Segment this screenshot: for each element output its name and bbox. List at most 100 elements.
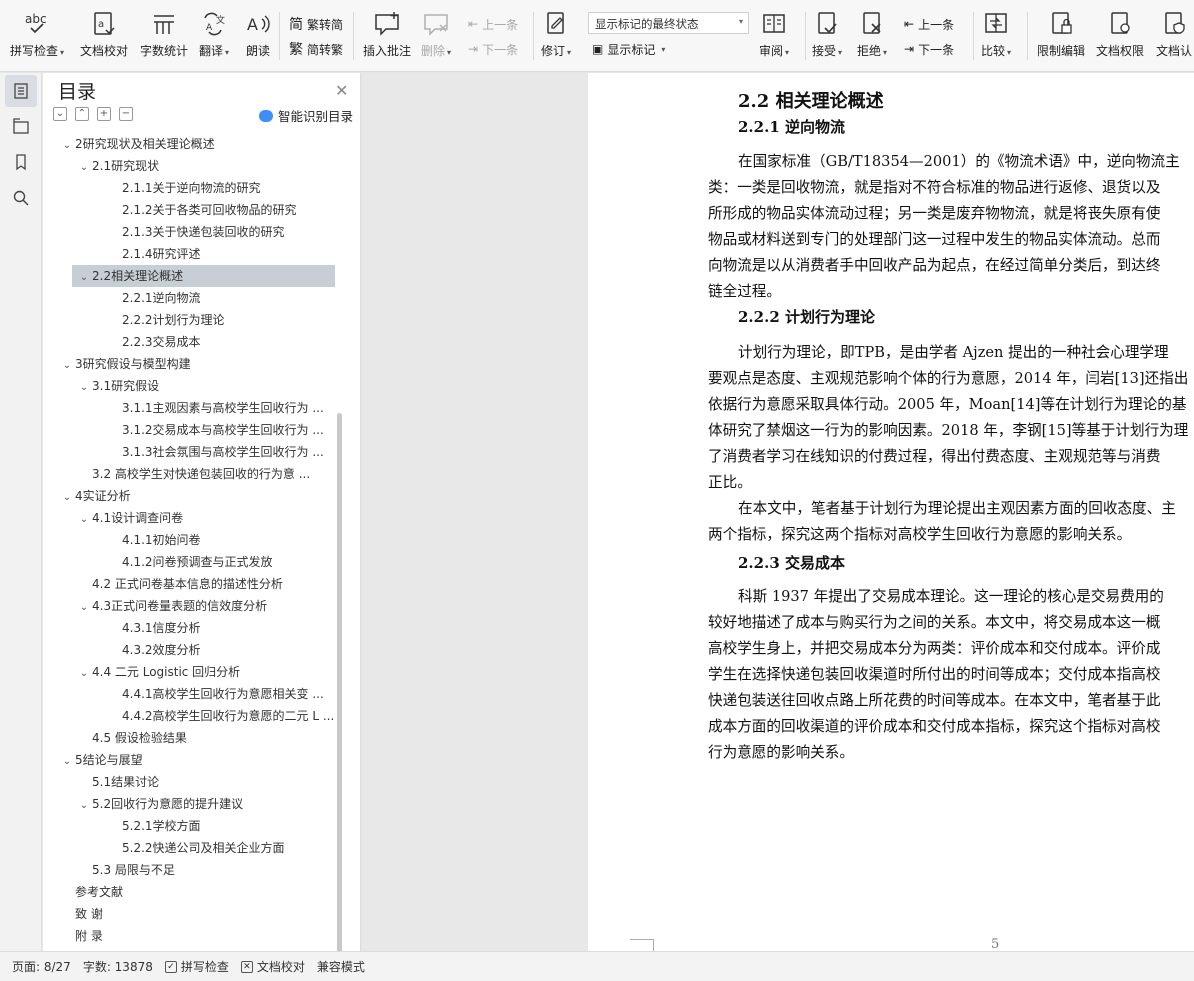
compare-button[interactable]: 比较 ▾ xyxy=(981,10,1011,66)
paragraph-line: 快递包装送往回收点路上所花费的时间等成本。在本文中，笔者基于此 xyxy=(708,692,1161,709)
accept-button[interactable]: 接受 ▾ xyxy=(812,10,842,66)
prev-comment-button[interactable]: ⇤ 上一条 xyxy=(468,13,518,35)
toc-item[interactable]: 2.2.3交易成本 xyxy=(122,331,335,353)
chevron-down-icon[interactable]: ⌄ xyxy=(76,795,92,815)
toc-item[interactable]: ⌄ 2.2相关理论概述 xyxy=(72,265,335,287)
next-change-button[interactable]: ⇥ 下一条 xyxy=(904,38,954,60)
status-spell-check[interactable]: ✓ 拼写检查 xyxy=(164,958,229,975)
chevron-down-icon[interactable]: ⌄ xyxy=(76,267,92,287)
toc-item[interactable]: 2.1.4研究评述 xyxy=(122,243,335,265)
delete-comment-button[interactable]: 删除 ▾ xyxy=(421,10,451,66)
chevron-down-icon[interactable]: ⌄ xyxy=(76,377,92,397)
toc-item[interactable]: 4.2 正式问卷基本信息的描述性分析 xyxy=(92,573,335,595)
toc-item[interactable]: 致 谢 xyxy=(75,903,335,925)
toc-item[interactable]: 4.5 假设检验结果 xyxy=(92,727,335,749)
simp-trad-icon: 繁 xyxy=(289,42,303,58)
toc-item[interactable]: ⌄ 3.1研究假设 xyxy=(76,375,335,397)
bookmark-panel-button[interactable] xyxy=(5,146,37,178)
track-changes-button[interactable]: 修订 ▾ xyxy=(541,10,571,66)
toc-item[interactable]: ⌄ 3研究假设与模型构建 xyxy=(59,353,335,375)
close-icon[interactable]: ✕ xyxy=(335,81,348,100)
chevron-down-icon[interactable]: ⌄ xyxy=(76,663,92,683)
toc-item[interactable]: 3.1.1主观因素与高校学生回收行为 ... xyxy=(122,397,335,419)
chevron-down-icon[interactable]: ⌄ xyxy=(59,355,75,375)
toc-item[interactable]: 3.1.3社会氛围与高校学生回收行为 ... xyxy=(122,441,335,463)
insert-comment-button[interactable]: 插入批注 xyxy=(363,10,411,66)
toc-item[interactable]: ⌄ 4实证分析 xyxy=(59,485,335,507)
paragraph-line: 计划行为理论，即TPB，是由学者 Ajzen 提出的一种社会心理学理 xyxy=(738,344,1169,361)
toc-item[interactable]: ⌄ 5结论与展望 xyxy=(59,749,335,771)
translate-button[interactable]: A文 翻译 ▾ xyxy=(199,10,229,66)
doc-cert-button[interactable]: 文档认 xyxy=(1156,10,1192,66)
prev-change-button[interactable]: ⇤ 上一条 xyxy=(904,13,954,35)
toc-item[interactable]: 3.1.2交易成本与高校学生回收行为 ... xyxy=(122,419,335,441)
toc-item[interactable]: 2.1.3关于快递包装回收的研究 xyxy=(122,221,335,243)
toc-item[interactable]: 2.1.2关于各类可回收物品的研究 xyxy=(122,199,335,221)
chevron-down-icon[interactable]: ⌄ xyxy=(76,157,92,177)
document-page[interactable]: 2.2 相关理论概述 2.2.1 逆向物流 在国家标准（GB/T18354—2001… xyxy=(588,73,1194,951)
toc-item[interactable]: 4.3.1信度分析 xyxy=(122,617,335,639)
chevron-down-icon[interactable]: ⌄ xyxy=(76,597,92,617)
ai-icon xyxy=(259,109,273,122)
toc-item[interactable]: 5.3 局限与不足 xyxy=(92,859,335,881)
restrict-edit-button[interactable]: 限制编辑 xyxy=(1037,10,1085,66)
toc-item[interactable]: 4.1.2问卷预调查与正式发放 xyxy=(122,551,335,573)
toc-panel-button[interactable] xyxy=(5,75,37,107)
paragraph-line: 较好地描述了成本与购买行为之间的关系。本文中，将交易成本这一概 xyxy=(708,614,1161,631)
smart-toc-button[interactable]: 智能识别目录 xyxy=(259,106,353,125)
next-comment-button[interactable]: ⇥ 下一条 xyxy=(468,38,518,60)
toc-item[interactable]: 2.1.1关于逆向物流的研究 xyxy=(122,177,335,199)
toc-item[interactable]: 5.2.1学校方面 xyxy=(122,815,335,837)
search-panel-button[interactable] xyxy=(5,182,37,214)
toc-item[interactable]: 4.1.1初始问卷 xyxy=(122,529,335,551)
review-pane-button[interactable]: 审阅 ▾ xyxy=(759,10,789,66)
toc-item[interactable]: ⌄ 5.2回收行为意愿的提升建议 xyxy=(76,793,335,815)
chevron-down-icon[interactable]: ⌄ xyxy=(59,135,75,155)
collapse-icon[interactable]: ⌄ xyxy=(53,107,67,121)
abc-check-icon: abc xyxy=(22,10,52,38)
word-count-button[interactable]: 字数统计 xyxy=(140,10,188,66)
word-count-indicator[interactable]: 字数: 13878 xyxy=(83,958,153,975)
simplified-to-traditional-button[interactable]: 繁 简转繁 xyxy=(289,38,343,60)
doc-check-button[interactable]: a 文档校对 xyxy=(80,10,128,66)
toc-item[interactable]: 参考文献 xyxy=(75,881,335,903)
outline-panel-button[interactable] xyxy=(5,110,37,142)
markup-display-select[interactable]: 显示标记的最终状态 ▾ xyxy=(588,12,749,34)
toc-item[interactable]: 5.1结果讨论 xyxy=(92,771,335,793)
reject-button[interactable]: 拒绝 ▾ xyxy=(857,10,887,66)
document-canvas[interactable]: 2.2 相关理论概述 2.2.1 逆向物流 在国家标准（GB/T18354—2001… xyxy=(362,73,1194,951)
page-indicator[interactable]: 页面: 8/27 xyxy=(12,958,71,975)
chevron-down-icon[interactable]: ⌄ xyxy=(76,509,92,529)
toc-item[interactable]: ⌄ 4.3正式问卷量表题的信效度分析 xyxy=(76,595,335,617)
toc-scrollbar[interactable] xyxy=(337,413,342,981)
read-aloud-button[interactable]: A 朗读 xyxy=(243,10,273,66)
toc-item[interactable]: ⌄ 4.4 二元 Logistic 回归分析 xyxy=(76,661,335,683)
status-doc-check[interactable]: ✕ 文档校对 xyxy=(240,958,305,975)
doc-permission-button[interactable]: 文档权限 xyxy=(1096,10,1144,66)
chevron-down-icon[interactable]: ⌄ xyxy=(59,487,75,507)
toc-item[interactable]: 2.2.1逆向物流 xyxy=(122,287,335,309)
show-markup-button[interactable]: ▣ 显示标记 ▾ xyxy=(592,38,665,60)
toc-item[interactable]: 4.4.1高校学生回收行为意愿相关变 ... xyxy=(122,683,335,705)
read-aloud-icon: A xyxy=(243,10,273,38)
trad-simp-icon: 简 xyxy=(289,17,303,33)
paragraph-line: 学生在选择快递包装回收渠道时所付出的时间等成本；交付成本指高校 xyxy=(708,666,1161,683)
status-bar: 页面: 8/27 字数: 13878 ✓ 拼写检查 ✕ 文档校对 兼容模式 xyxy=(0,951,1194,981)
svg-text:A: A xyxy=(247,15,258,34)
toc-item[interactable]: 2.2.2计划行为理论 xyxy=(122,309,335,331)
traditional-to-simplified-button[interactable]: 简 繁转简 xyxy=(289,13,343,35)
toc-item[interactable]: 4.3.2效度分析 xyxy=(122,639,335,661)
toc-item[interactable]: 4.4.2高校学生回收行为意愿的二元 L ... xyxy=(122,705,335,727)
toc-item[interactable]: ⌄ 2研究现状及相关理论概述 xyxy=(59,133,335,155)
chevron-down-icon[interactable]: ⌄ xyxy=(59,751,75,771)
page-number: 5 xyxy=(991,937,1000,951)
toc-item[interactable]: 附 录 xyxy=(75,925,335,947)
toc-item[interactable]: ⌄ 4.1设计调查问卷 xyxy=(76,507,335,529)
toc-item[interactable]: 5.2.2快递公司及相关企业方面 xyxy=(122,837,335,859)
toc-item[interactable]: ⌄ 2.1研究现状 xyxy=(76,155,335,177)
spell-check-button[interactable]: abc 拼写检查 ▾ xyxy=(10,10,64,66)
toc-item[interactable]: 3.2 高校学生对快递包装回收的行为意 ... xyxy=(92,463,335,485)
expand-icon[interactable]: ⌃ xyxy=(75,107,89,121)
remove-heading-icon[interactable]: − xyxy=(119,107,133,121)
add-heading-icon[interactable]: + xyxy=(97,107,111,121)
